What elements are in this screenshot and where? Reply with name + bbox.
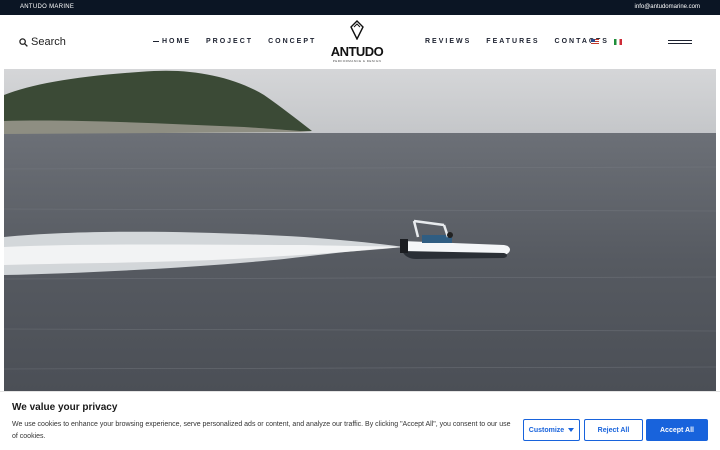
nav-home[interactable]: HOME xyxy=(153,38,191,45)
nav-features[interactable]: FEATURES xyxy=(486,38,539,45)
hero-image xyxy=(4,69,716,391)
logo-emblem-icon xyxy=(350,20,364,41)
search-toggle[interactable]: Search xyxy=(19,36,66,48)
customize-button[interactable]: Customize xyxy=(523,419,580,441)
menu-toggle[interactable] xyxy=(668,40,692,46)
hamburger-line xyxy=(668,40,692,41)
logo-wordmark: ANTUDO xyxy=(330,44,384,59)
accept-all-button[interactable]: Accept All xyxy=(646,419,708,441)
it-flag-icon[interactable] xyxy=(614,39,622,45)
cookie-title: We value your privacy xyxy=(12,402,118,413)
nav-contacts[interactable]: CONTACTS xyxy=(555,38,609,45)
hero-video xyxy=(4,69,716,391)
hamburger-line xyxy=(668,43,692,44)
cookie-text: We use cookies to enhance your browsing … xyxy=(12,421,511,440)
nav-project[interactable]: PROJECT xyxy=(206,38,253,45)
reject-all-button[interactable]: Reject All xyxy=(584,419,643,441)
search-label: Search xyxy=(31,36,66,48)
cookie-consent-banner: We value your privacy We use cookies to … xyxy=(0,391,720,450)
email-link[interactable]: info@antudomarine.com xyxy=(635,4,700,10)
top-bar: ANTUDO MARINE info@antudomarine.com xyxy=(0,0,720,15)
search-icon xyxy=(19,37,28,47)
primary-nav-left: HOME PROJECT CONCEPT xyxy=(153,38,331,45)
brand-text: ANTUDO MARINE xyxy=(20,4,75,10)
site-header: Search HOME PROJECT CONCEPT ANTUDO PERFO… xyxy=(0,15,720,76)
logo-tagline: PERFORMANCE & DESIGN xyxy=(332,59,382,63)
en-flag-icon[interactable] xyxy=(591,39,599,45)
nav-concept[interactable]: CONCEPT xyxy=(268,38,316,45)
nav-reviews[interactable]: REVIEWS xyxy=(425,38,471,45)
